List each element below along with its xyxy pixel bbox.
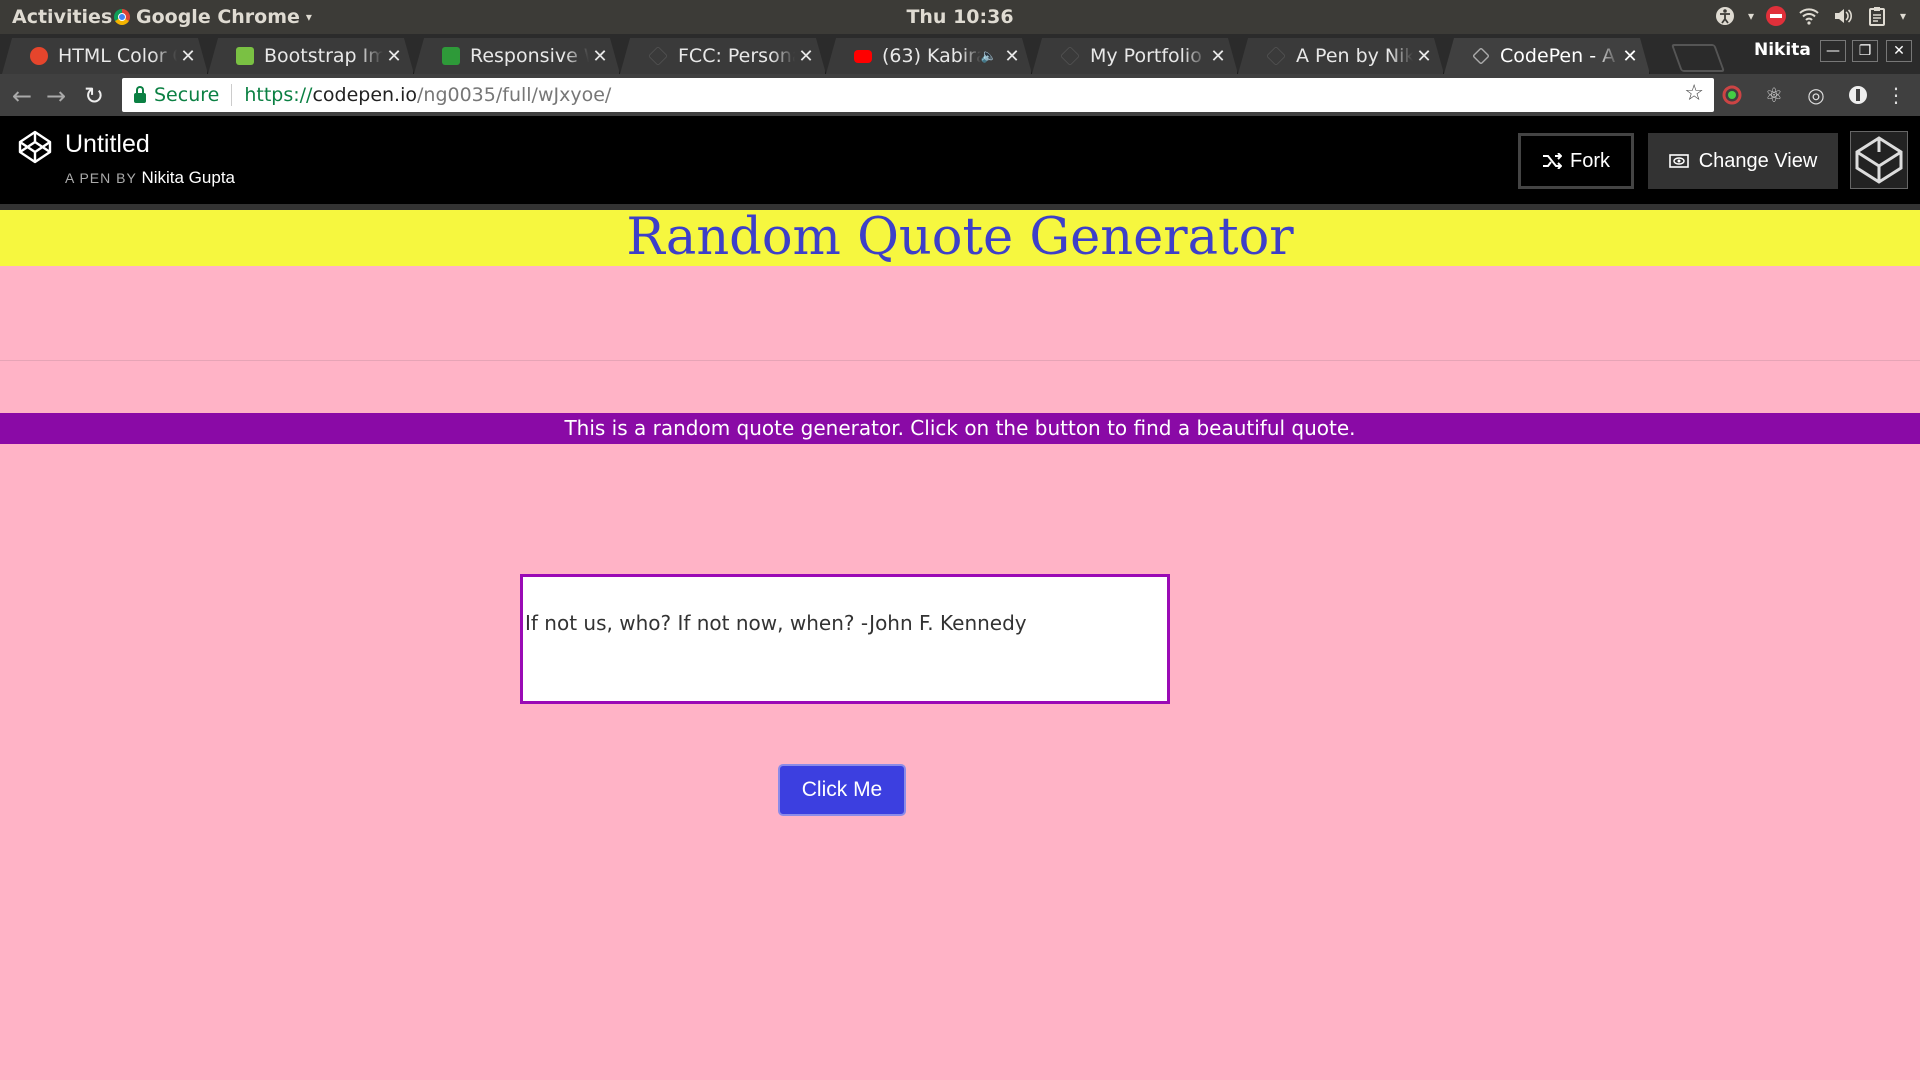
- pen-title[interactable]: Untitled: [65, 130, 150, 159]
- quote-box: If not us, who? If not now, when? -John …: [520, 574, 1170, 704]
- quote-text: If not us, who? If not now, when? -John …: [525, 611, 1027, 635]
- browser-tab-active[interactable]: CodePen - A Pe ✕: [1444, 38, 1650, 74]
- browser-tab[interactable]: My Portfolio - ✕: [1032, 38, 1238, 74]
- close-icon[interactable]: ✕: [795, 46, 817, 67]
- app-menu[interactable]: Google Chrome ▾: [114, 6, 312, 28]
- speaker-icon[interactable]: 🔈: [981, 49, 997, 64]
- extension-icon[interactable]: [1846, 83, 1870, 107]
- volume-icon[interactable]: [1832, 5, 1854, 27]
- tab-title: Bootstrap Ima: [264, 45, 383, 67]
- secure-label: Secure: [154, 84, 220, 106]
- wifi-icon[interactable]: [1798, 5, 1820, 27]
- fork-icon: [1543, 153, 1562, 169]
- restore-button[interactable]: ❐: [1852, 40, 1878, 62]
- accessibility-icon[interactable]: [1714, 5, 1736, 27]
- target-extension-icon[interactable]: ◎: [1804, 83, 1828, 107]
- fork-label: Fork: [1570, 149, 1610, 172]
- browser-tab[interactable]: A Pen by Nikita ✕: [1238, 38, 1444, 74]
- tab-title: (63) Kabira: [882, 45, 981, 67]
- browser-tab[interactable]: HTML Color Co ✕: [2, 38, 208, 74]
- tab-favicon-icon: [236, 47, 254, 65]
- close-icon[interactable]: ✕: [1001, 46, 1023, 67]
- close-icon[interactable]: ✕: [1207, 46, 1229, 67]
- byline-prefix: A PEN BY: [65, 170, 137, 186]
- url-scheme: https://: [244, 84, 313, 106]
- avatar-image: [1855, 136, 1903, 184]
- window-close-button[interactable]: ✕: [1886, 40, 1912, 62]
- tab-favicon-icon: [442, 47, 460, 65]
- tab-title: My Portfolio -: [1090, 45, 1207, 67]
- tab-title: FCC: Personal: [678, 45, 792, 67]
- url-host: codepen.io: [312, 84, 417, 106]
- chevron-down-icon: ▾: [1899, 9, 1906, 23]
- close-icon[interactable]: ✕: [1413, 46, 1435, 67]
- divider: [231, 84, 233, 106]
- reload-icon[interactable]: ↻: [84, 82, 104, 110]
- browser-toolbar: ← → ↻ Secure https:// codepen.io /ng0035…: [0, 74, 1920, 116]
- codepen-logo-icon[interactable]: [18, 130, 52, 164]
- codepen-icon: [1472, 47, 1490, 65]
- activities-button[interactable]: Activities: [12, 6, 112, 28]
- bookmark-star-icon[interactable]: ☆: [1684, 81, 1704, 106]
- back-arrow-icon[interactable]: ←: [12, 82, 32, 110]
- change-view-button[interactable]: Change View: [1648, 133, 1838, 189]
- kebab-menu-icon[interactable]: ⋮: [1884, 83, 1908, 107]
- app-menu-label: Google Chrome: [136, 6, 300, 28]
- close-icon[interactable]: ✕: [589, 46, 611, 67]
- lock-icon: [134, 86, 146, 103]
- chevron-down-icon: ▾: [1747, 9, 1754, 23]
- url-path: /ng0035/full/wJxyoe/: [417, 84, 612, 106]
- browser-tab[interactable]: Responsive We ✕: [414, 38, 620, 74]
- pen-byline: A PEN BY Nikita Gupta: [65, 168, 235, 188]
- fork-button[interactable]: Fork: [1518, 133, 1634, 189]
- minimize-button[interactable]: —: [1820, 40, 1846, 62]
- browser-tab[interactable]: FCC: Personal ✕: [620, 38, 826, 74]
- chevron-down-icon: ▾: [305, 10, 312, 24]
- browser-tab[interactable]: (63) Kabira 🔈 ✕: [826, 38, 1032, 74]
- clipboard-icon[interactable]: [1866, 5, 1888, 27]
- system-tray[interactable]: ▾ ▾: [1714, 5, 1906, 27]
- browser-tab[interactable]: Bootstrap Ima ✕: [208, 38, 414, 74]
- author-link[interactable]: Nikita Gupta: [141, 168, 235, 187]
- new-tab-button[interactable]: [1670, 44, 1726, 72]
- address-bar[interactable]: Secure https:// codepen.io /ng0035/full/…: [122, 78, 1714, 112]
- react-devtools-icon[interactable]: ⚛: [1762, 83, 1786, 107]
- change-view-label: Change View: [1698, 149, 1818, 172]
- tab-favicon-icon: [648, 46, 668, 66]
- tab-favicon-icon: [1266, 46, 1286, 66]
- tab-favicon-icon: [30, 47, 48, 65]
- tab-title: A Pen by Nikita: [1296, 45, 1413, 67]
- system-top-bar: Activities Google Chrome ▾ Thu 10:36 ▾ ▾: [0, 0, 1920, 34]
- profile-button[interactable]: Nikita: [1746, 38, 1819, 62]
- tab-title: HTML Color Co: [58, 45, 167, 67]
- codepen-header: Untitled A PEN BY Nikita Gupta Fork Chan…: [0, 116, 1920, 210]
- youtube-icon: [854, 50, 872, 63]
- info-banner: This is a random quote generator. Click …: [0, 413, 1920, 444]
- tab-title: Responsive We: [470, 45, 578, 67]
- eye-icon: [1668, 154, 1689, 168]
- close-icon[interactable]: ✕: [1619, 46, 1641, 67]
- chrome-icon: [114, 9, 130, 25]
- avatar[interactable]: [1850, 131, 1908, 189]
- forward-arrow-icon[interactable]: →: [46, 82, 66, 110]
- close-icon[interactable]: ✕: [383, 46, 405, 67]
- tab-favicon-icon: [1060, 46, 1080, 66]
- divider: [0, 360, 1920, 361]
- color-picker-extension-icon[interactable]: [1720, 83, 1744, 107]
- tab-title: CodePen - A Pe: [1500, 45, 1616, 67]
- tab-strip: HTML Color Co ✕ Bootstrap Ima ✕ Responsi…: [0, 34, 1920, 74]
- close-icon[interactable]: ✕: [177, 46, 199, 67]
- click-me-button[interactable]: Click Me: [778, 764, 906, 816]
- page-title: Random Quote Generator: [0, 210, 1920, 266]
- no-entry-icon[interactable]: [1765, 6, 1786, 26]
